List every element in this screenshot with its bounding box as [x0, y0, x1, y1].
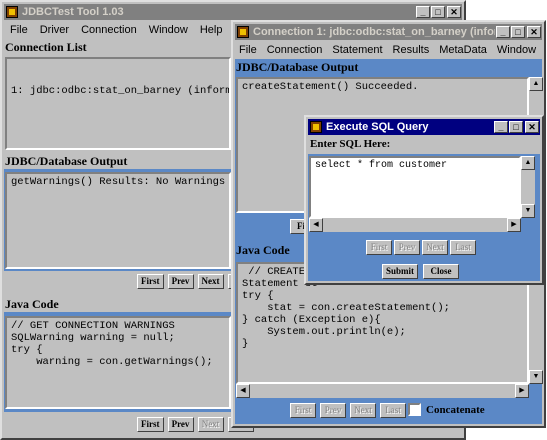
- sql-vscrollbar[interactable]: ▲ ▼: [521, 156, 535, 218]
- scroll-left-icon[interactable]: ◀: [309, 218, 323, 232]
- scroll-up-icon[interactable]: ▲: [529, 77, 543, 91]
- scroll-down-icon[interactable]: ▼: [529, 370, 543, 384]
- concatenate-checkbox[interactable]: [408, 403, 421, 416]
- app-icon: [310, 121, 322, 133]
- conn-code-hscrollbar[interactable]: ◀ ▶: [236, 384, 529, 398]
- db-output-text[interactable]: getWarnings() Results: No Warnings: [5, 172, 231, 269]
- connection-list-label: Connection List: [5, 40, 87, 54]
- menu-window[interactable]: Window: [497, 44, 536, 56]
- menu-file[interactable]: File: [10, 24, 28, 36]
- connection-window-title: Connection 1: jdbc:odbc:stat_on_barney (…: [253, 26, 495, 38]
- app-icon: [237, 26, 249, 38]
- minimize-icon[interactable]: _: [496, 26, 510, 38]
- conn-first-button[interactable]: First: [290, 403, 316, 418]
- output-first-button[interactable]: First: [137, 274, 164, 289]
- code-prev-button[interactable]: Prev: [167, 417, 194, 432]
- connection-list[interactable]: 1: jdbc:odbc:stat_on_barney (informix): [5, 57, 231, 150]
- menu-connection[interactable]: Connection: [81, 24, 137, 36]
- close-icon[interactable]: ✕: [447, 6, 461, 18]
- menu-metadata[interactable]: MetaData: [439, 44, 487, 56]
- output-prev-button[interactable]: Prev: [167, 274, 194, 289]
- menu-window[interactable]: Window: [149, 24, 188, 36]
- scroll-right-icon[interactable]: ▶: [507, 218, 521, 232]
- maximize-icon[interactable]: □: [431, 6, 445, 18]
- sql-dialog-title: Execute SQL Query: [326, 121, 429, 133]
- concatenate-label: Concatenate: [426, 403, 485, 416]
- connection-list-item[interactable]: 1: jdbc:odbc:stat_on_barney (informix): [11, 85, 229, 97]
- app-icon: [6, 6, 18, 18]
- conn-java-code-label: Java Code: [236, 243, 290, 257]
- enter-sql-label: Enter SQL Here:: [310, 138, 391, 150]
- sql-query-input[interactable]: select * from customer: [309, 156, 521, 218]
- menu-results[interactable]: Results: [393, 44, 430, 56]
- conn-last-button[interactable]: Last: [380, 403, 406, 418]
- java-code-text[interactable]: // GET CONNECTION WARNINGS SQLWarning wa…: [5, 316, 231, 409]
- sql-next-button[interactable]: Next: [422, 240, 448, 255]
- sql-dialog: Execute SQL Query _ □ ✕ Enter SQL Here: …: [304, 115, 544, 285]
- main-window-title: JDBCTest Tool 1.03: [22, 6, 124, 18]
- close-button[interactable]: Close: [423, 264, 460, 279]
- sql-prev-button[interactable]: Prev: [394, 240, 420, 255]
- connection-titlebar[interactable]: Connection 1: jdbc:odbc:stat_on_barney (…: [235, 24, 542, 40]
- sql-titlebar[interactable]: Execute SQL Query _ □ ✕: [308, 119, 540, 135]
- submit-button[interactable]: Submit: [382, 264, 419, 279]
- conn-next-button[interactable]: Next: [350, 403, 376, 418]
- output-next-button[interactable]: Next: [197, 274, 224, 289]
- connection-menubar: File Connection Statement Results MetaDa…: [235, 41, 542, 59]
- close-icon[interactable]: ✕: [527, 26, 541, 38]
- minimize-icon[interactable]: _: [494, 121, 508, 133]
- concatenate-option[interactable]: Concatenate: [408, 403, 485, 416]
- scroll-right-icon[interactable]: ▶: [515, 384, 529, 398]
- scroll-down-icon[interactable]: ▼: [521, 204, 535, 218]
- code-first-button[interactable]: First: [137, 417, 164, 432]
- conn-nav: First Prev Next Last: [290, 403, 406, 418]
- main-titlebar[interactable]: JDBCTest Tool 1.03 _ □ ✕: [4, 4, 462, 20]
- sql-nav: First Prev Next Last: [366, 240, 476, 255]
- db-output-label: JDBC/Database Output: [5, 154, 128, 168]
- scroll-up-icon[interactable]: ▲: [521, 156, 535, 170]
- code-next-button[interactable]: Next: [197, 417, 224, 432]
- maximize-icon[interactable]: □: [511, 26, 525, 38]
- sql-actions: Submit Close: [382, 264, 460, 279]
- sql-last-button[interactable]: Last: [450, 240, 476, 255]
- menu-connection[interactable]: Connection: [267, 44, 323, 56]
- scroll-left-icon[interactable]: ◀: [236, 384, 250, 398]
- conn-prev-button[interactable]: Prev: [320, 403, 346, 418]
- close-icon[interactable]: ✕: [525, 121, 539, 133]
- menu-statement[interactable]: Statement: [332, 44, 382, 56]
- maximize-icon[interactable]: □: [509, 121, 523, 133]
- conn-db-output-label: JDBC/Database Output: [236, 60, 359, 74]
- sql-hscrollbar[interactable]: ◀ ▶: [309, 218, 521, 232]
- minimize-icon[interactable]: _: [416, 6, 430, 18]
- menu-help[interactable]: Help: [200, 24, 223, 36]
- sql-first-button[interactable]: First: [366, 240, 392, 255]
- menu-driver[interactable]: Driver: [40, 24, 69, 36]
- menu-file[interactable]: File: [239, 44, 257, 56]
- java-code-label: Java Code: [5, 297, 59, 311]
